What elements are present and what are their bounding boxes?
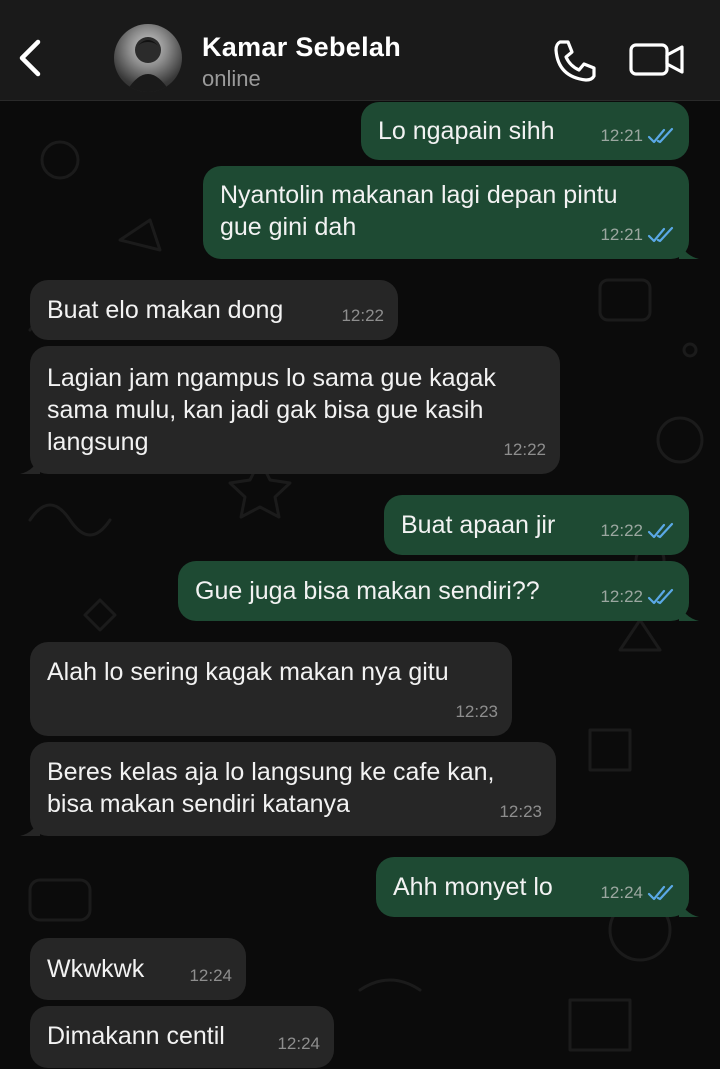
bubble-tail: [679, 239, 699, 259]
message-time: 12:22: [600, 587, 643, 606]
message-text: Buat elo makan dong: [47, 296, 284, 324]
message-time: 12:23: [455, 702, 498, 721]
message-time: 12:24: [600, 883, 643, 902]
message-text: Lo ngapain sihh: [378, 117, 555, 145]
chevron-left-icon: [19, 39, 41, 77]
message-text: Nyantolin makanan lagi depan pintu gue g…: [220, 181, 618, 241]
double-check-icon: [647, 884, 674, 901]
message-bubble-outgoing[interactable]: Nyantolin makanan lagi depan pintu gue g…: [203, 166, 699, 259]
message-time: 12:24: [189, 966, 232, 985]
message-text: Beres kelas aja lo langsung ke cafe kan,…: [47, 758, 495, 818]
message-text: Gue juga bisa makan sendiri??: [195, 577, 540, 605]
message-bubble-incoming[interactable]: Wkwkwk 12:24: [30, 938, 246, 1000]
message-time: 12:24: [277, 1034, 320, 1053]
phone-icon: [554, 40, 596, 82]
avatar[interactable]: [114, 24, 182, 92]
message-time: 12:22: [600, 521, 643, 540]
bubble-tail: [679, 897, 699, 917]
message-time: 12:23: [499, 802, 542, 821]
chat-header: Kamar Sebelah online: [0, 0, 720, 101]
contact-name[interactable]: Kamar Sebelah: [202, 32, 401, 63]
contact-status: online: [202, 66, 261, 91]
message-bubble-incoming[interactable]: Dimakann centil 12:24: [30, 1006, 334, 1068]
bubble-tail: [20, 816, 40, 836]
message-bubble-outgoing[interactable]: Lo ngapain sihh 12:21: [361, 102, 689, 160]
message-bubble-outgoing[interactable]: Gue juga bisa makan sendiri?? 12:22: [178, 561, 699, 621]
message-bubble-outgoing[interactable]: Buat apaan jir 12:22: [384, 495, 689, 555]
message-time: 12:22: [503, 440, 546, 459]
bubble-tail: [20, 454, 40, 474]
message-time: 12:21: [600, 126, 643, 145]
bubble-tail: [679, 601, 699, 621]
message-time: 12:21: [600, 225, 643, 244]
message-text: Ahh monyet lo: [393, 873, 553, 901]
message-text: Alah lo sering kagak makan nya gitu: [47, 658, 449, 686]
double-check-icon: [647, 127, 674, 144]
message-text: Buat apaan jir: [401, 511, 556, 539]
message-bubble-incoming[interactable]: Beres kelas aja lo langsung ke cafe kan,…: [20, 742, 556, 836]
message-bubble-incoming[interactable]: Lagian jam ngampus lo sama gue kagak sam…: [20, 346, 560, 474]
double-check-icon: [647, 588, 674, 605]
message-bubble-incoming[interactable]: Alah lo sering kagak makan nya gitu 12:2…: [30, 642, 512, 736]
double-check-icon: [647, 226, 674, 243]
double-check-icon: [647, 522, 674, 539]
message-text: Wkwkwk: [47, 955, 145, 983]
message-bubble-outgoing[interactable]: Ahh monyet lo 12:24: [376, 857, 699, 917]
video-camera-icon: [629, 43, 684, 76]
avatar-photo: [126, 37, 170, 92]
message-text: Dimakann centil: [47, 1022, 225, 1050]
message-time: 12:22: [341, 306, 384, 325]
video-call-button[interactable]: [628, 40, 686, 80]
back-button[interactable]: [10, 30, 50, 86]
message-text: Lagian jam ngampus lo sama gue kagak sam…: [47, 364, 496, 456]
voice-call-button[interactable]: [548, 38, 598, 82]
message-bubble-incoming[interactable]: Buat elo makan dong 12:22: [30, 280, 398, 340]
